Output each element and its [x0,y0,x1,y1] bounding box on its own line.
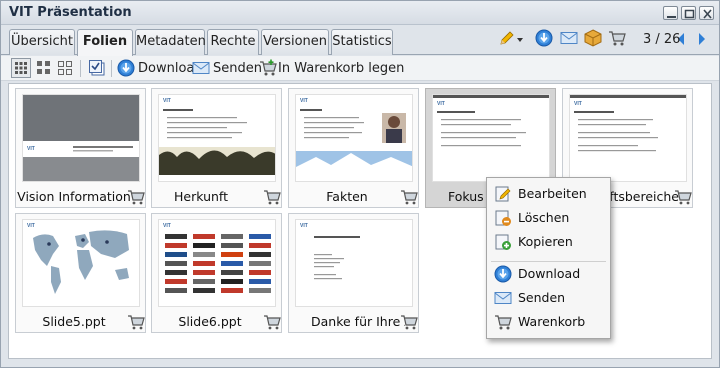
copy-icon [495,234,511,250]
grid-medium-view-icon[interactable] [36,60,52,76]
svg-text:VIT: VIT [163,223,171,229]
close-button[interactable] [699,6,714,20]
svg-text:VIT: VIT [437,101,445,107]
slide-caption: Vision Information [17,189,131,204]
slide-preview: VIT [569,94,687,182]
mail-icon[interactable] [192,60,210,76]
download-icon [494,265,512,283]
cart-icon[interactable] [608,29,626,47]
slide-preview-image: VIT [159,98,275,175]
mail-icon [494,292,512,304]
select-all-icon[interactable] [88,59,106,77]
slide-thumbnail[interactable]: VIT Fakten [288,88,419,208]
cart-add-icon[interactable] [127,189,145,205]
slide-caption: Danke für Ihre Aufmerksamkeit [311,314,405,329]
tab-metadaten[interactable]: Metadaten [135,29,206,55]
grid-small-view-icon[interactable] [57,60,73,76]
svg-text:VIT: VIT [27,223,35,229]
slide-preview: VIT [22,94,140,182]
window-title: VIT Präsentation [9,5,132,20]
delete-icon [495,210,511,226]
page-counter: 3 / 26 [643,32,681,47]
slide-caption: Herkunft [174,189,229,204]
slide-preview: VIT [158,94,276,182]
cart-add-icon[interactable] [674,189,692,205]
title-bar: VIT Präsentation [1,1,719,25]
slide-preview: VIT [22,219,140,307]
context-item-edit[interactable]: Bearbeiten [487,183,610,205]
slide-preview-image: VIT [433,95,549,147]
slide-thumbnail[interactable]: VIT Slide6.ppt [151,213,282,333]
slide-toolbar: Download Senden In Warenkorb legen [1,56,719,81]
tab-uebersicht[interactable]: Übersicht [9,29,75,55]
add-to-cart-button[interactable]: In Warenkorb legen [278,61,404,76]
context-item-label: Löschen [518,210,570,225]
cart-add-icon[interactable] [400,314,418,330]
context-item-send[interactable]: Senden [487,287,610,309]
svg-text:VIT: VIT [300,223,308,229]
slide-preview: VIT [295,94,413,182]
slide-preview-image: VIT [163,223,271,293]
minimize-icon [667,16,676,18]
cart-add-icon[interactable] [263,314,281,330]
cart-add-icon[interactable] [127,314,145,330]
slide-thumbnail[interactable]: VIT Herkunft [151,88,282,208]
slide-preview: VIT [158,219,276,307]
close-icon [703,9,712,19]
slide-preview: VIT [295,219,413,307]
tab-statistics[interactable]: Statistics [331,29,393,55]
context-item-label: Senden [518,290,566,305]
context-item-label: Kopieren [518,234,573,249]
toolbar-separator [80,60,81,77]
svg-text:VIT: VIT [300,98,308,104]
minimize-button[interactable] [663,6,678,20]
slide-thumbnail[interactable]: VIT Danke für Ihre Aufmerksamkeit [288,213,419,333]
package-icon[interactable] [584,29,602,47]
svg-text:VIT: VIT [574,101,582,107]
tab-versionen[interactable]: Versionen [261,29,329,55]
pencil-icon[interactable] [498,29,516,47]
cart-add-icon[interactable] [259,59,277,77]
svg-text:VIT: VIT [163,98,171,104]
slide-preview: VIT [432,94,550,182]
slide-thumbnail[interactable]: VIT Slide5.ppt [15,213,146,333]
context-item-delete[interactable]: Löschen [487,207,610,229]
slide-preview-image: VIT [300,223,360,280]
cart-icon [495,315,512,330]
grid-large-view-icon[interactable] [11,58,31,78]
context-menu-separator [491,261,606,262]
context-item-label: Download [518,266,581,281]
slide-caption: Slide6.ppt [178,314,242,329]
slide-preview-image: VIT [27,223,129,294]
slide-preview-image: VIT [23,95,139,181]
send-button[interactable]: Senden [213,61,262,76]
presentation-window: VIT Präsentation Übersicht Folien Metada… [0,0,720,368]
mail-icon[interactable] [560,29,578,47]
chevron-down-icon[interactable] [515,31,525,49]
svg-text:VIT: VIT [27,146,35,152]
context-item-copy[interactable]: Kopieren [487,231,610,253]
maximize-button[interactable] [681,6,696,20]
cart-add-icon[interactable] [263,189,281,205]
slide-preview-image: VIT [296,98,412,175]
download-icon[interactable] [117,59,135,77]
tab-folien[interactable]: Folien [77,29,133,56]
context-item-label: Bearbeiten [518,186,587,201]
slide-caption: Slide5.ppt [42,314,106,329]
tab-rechte[interactable]: Rechte [207,29,259,55]
slide-caption: Fakten [326,189,368,204]
slide-preview-image: VIT [570,95,686,152]
context-menu: Bearbeiten Löschen Kopieren Download Sen… [486,177,611,339]
maximize-icon [684,9,695,19]
next-page-icon[interactable] [696,30,708,48]
context-item-label: Warenkorb [518,314,586,329]
edit-icon [495,186,511,202]
tab-bar: Übersicht Folien Metadaten Rechte Versio… [1,25,719,56]
download-icon[interactable] [535,29,553,47]
slide-thumbnail[interactable]: VIT Vision Information [15,88,146,208]
context-item-cart[interactable]: Warenkorb [487,311,610,333]
toolbar-separator [111,60,112,77]
context-item-download[interactable]: Download [487,263,610,285]
cart-add-icon[interactable] [400,189,418,205]
